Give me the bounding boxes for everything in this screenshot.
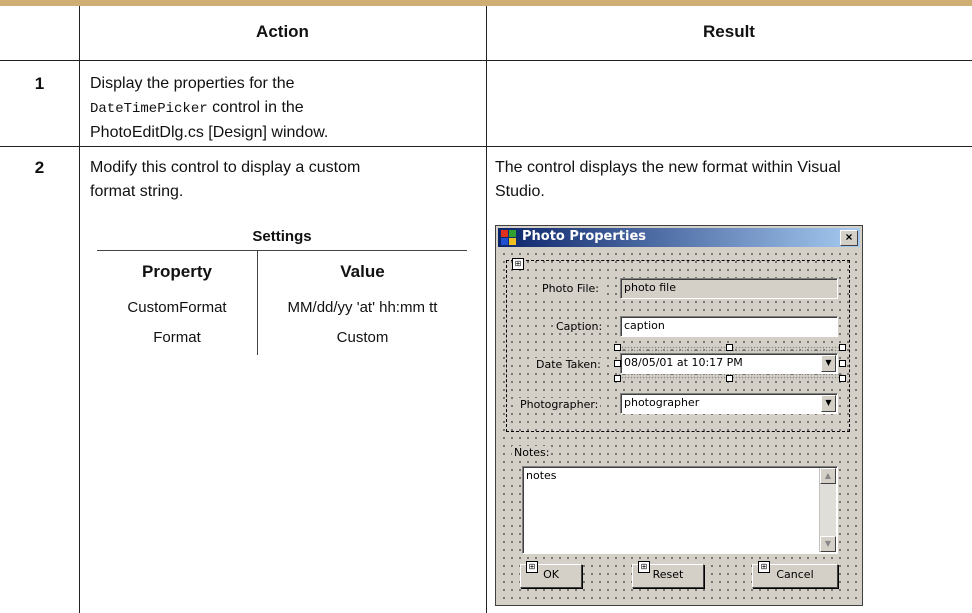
close-icon[interactable]: × <box>840 230 858 246</box>
notes-textbox[interactable]: notes ▲ ▼ <box>522 466 838 554</box>
notes-label: Notes: <box>512 446 552 459</box>
setting-value-2: Custom <box>336 329 389 346</box>
step-number-2: 2 <box>34 158 45 177</box>
settings-col-value: Value <box>340 262 385 281</box>
date-taken-label: Date Taken: <box>534 358 603 371</box>
notes-scrollbar[interactable]: ▲ ▼ <box>819 468 836 552</box>
caption-label: Caption: <box>554 320 605 333</box>
settings-rule <box>97 250 467 251</box>
resize-handle[interactable] <box>839 344 846 351</box>
resize-handle[interactable] <box>726 344 733 351</box>
resize-handle[interactable] <box>614 360 621 367</box>
step-2-line-2: format string. <box>90 183 184 200</box>
photographer-combo[interactable]: photographer ▼ <box>620 393 838 414</box>
app-icon <box>501 230 516 245</box>
photographer-dropdown-icon[interactable]: ▼ <box>821 395 836 412</box>
col-separator-2 <box>486 6 487 613</box>
date-taken-value: 08/05/01 at 10:17 PM <box>624 356 743 369</box>
scroll-up-icon[interactable]: ▲ <box>820 468 836 484</box>
result-line-1: The control displays the new format with… <box>495 159 841 176</box>
date-taken-picker[interactable]: 08/05/01 at 10:17 PM ▼ <box>620 353 838 374</box>
group-tag-icon: ⊞ <box>512 258 524 270</box>
photographer-value: photographer <box>624 396 700 409</box>
code-datetimepicker: DateTimePicker <box>90 101 208 117</box>
resize-handle[interactable] <box>839 360 846 367</box>
step-2-result: The control displays the new format with… <box>495 156 965 204</box>
setting-value-1: MM/dd/yy 'at' hh:mm tt <box>287 299 438 316</box>
dialog-title: Photo Properties <box>522 229 647 244</box>
step-1-line-3: PhotoEditDlg.cs [Design] window. <box>90 124 329 141</box>
reset-tag-icon: ⊞ <box>638 561 650 573</box>
photo-properties-dialog: Photo Properties × ⊞ Photo File: photo f… <box>495 225 863 606</box>
step-2-action: Modify this control to display a custom … <box>90 156 480 204</box>
step-1-line-2: DateTimePicker control in the <box>90 96 480 121</box>
settings-title: Settings <box>252 228 312 245</box>
header-action: Action <box>256 22 309 41</box>
settings-col-property: Property <box>142 262 212 281</box>
date-dropdown-icon[interactable]: ▼ <box>821 355 836 372</box>
cancel-tag-icon: ⊞ <box>758 561 770 573</box>
photographer-label: Photographer: <box>518 398 601 411</box>
header-result: Result <box>703 22 755 41</box>
step-1-mid-text: control in the <box>207 99 304 116</box>
dialog-titlebar: Photo Properties × <box>498 228 860 247</box>
resize-handle[interactable] <box>726 375 733 382</box>
photo-file-field[interactable]: photo file <box>620 278 838 299</box>
result-line-2: Studio. <box>495 183 545 200</box>
dialog-client-area: ⊞ Photo File: photo file Caption: captio… <box>500 250 858 601</box>
setting-property-1: CustomFormat <box>127 299 227 316</box>
setting-property-2: Format <box>153 329 201 346</box>
photo-file-label: Photo File: <box>540 282 601 295</box>
notes-value: notes <box>526 469 557 482</box>
caption-field[interactable]: caption <box>620 316 838 337</box>
step-1-line-1: Display the properties for the <box>90 75 295 92</box>
ok-tag-icon: ⊞ <box>526 561 538 573</box>
scroll-down-icon[interactable]: ▼ <box>820 536 836 552</box>
step-number-1: 1 <box>34 74 45 93</box>
resize-handle[interactable] <box>839 375 846 382</box>
step-2-line-1: Modify this control to display a custom <box>90 159 361 176</box>
resize-handle[interactable] <box>614 344 621 351</box>
col-separator-1 <box>79 6 80 613</box>
resize-handle[interactable] <box>614 375 621 382</box>
step-1-action: Display the properties for the DateTimeP… <box>90 72 480 145</box>
